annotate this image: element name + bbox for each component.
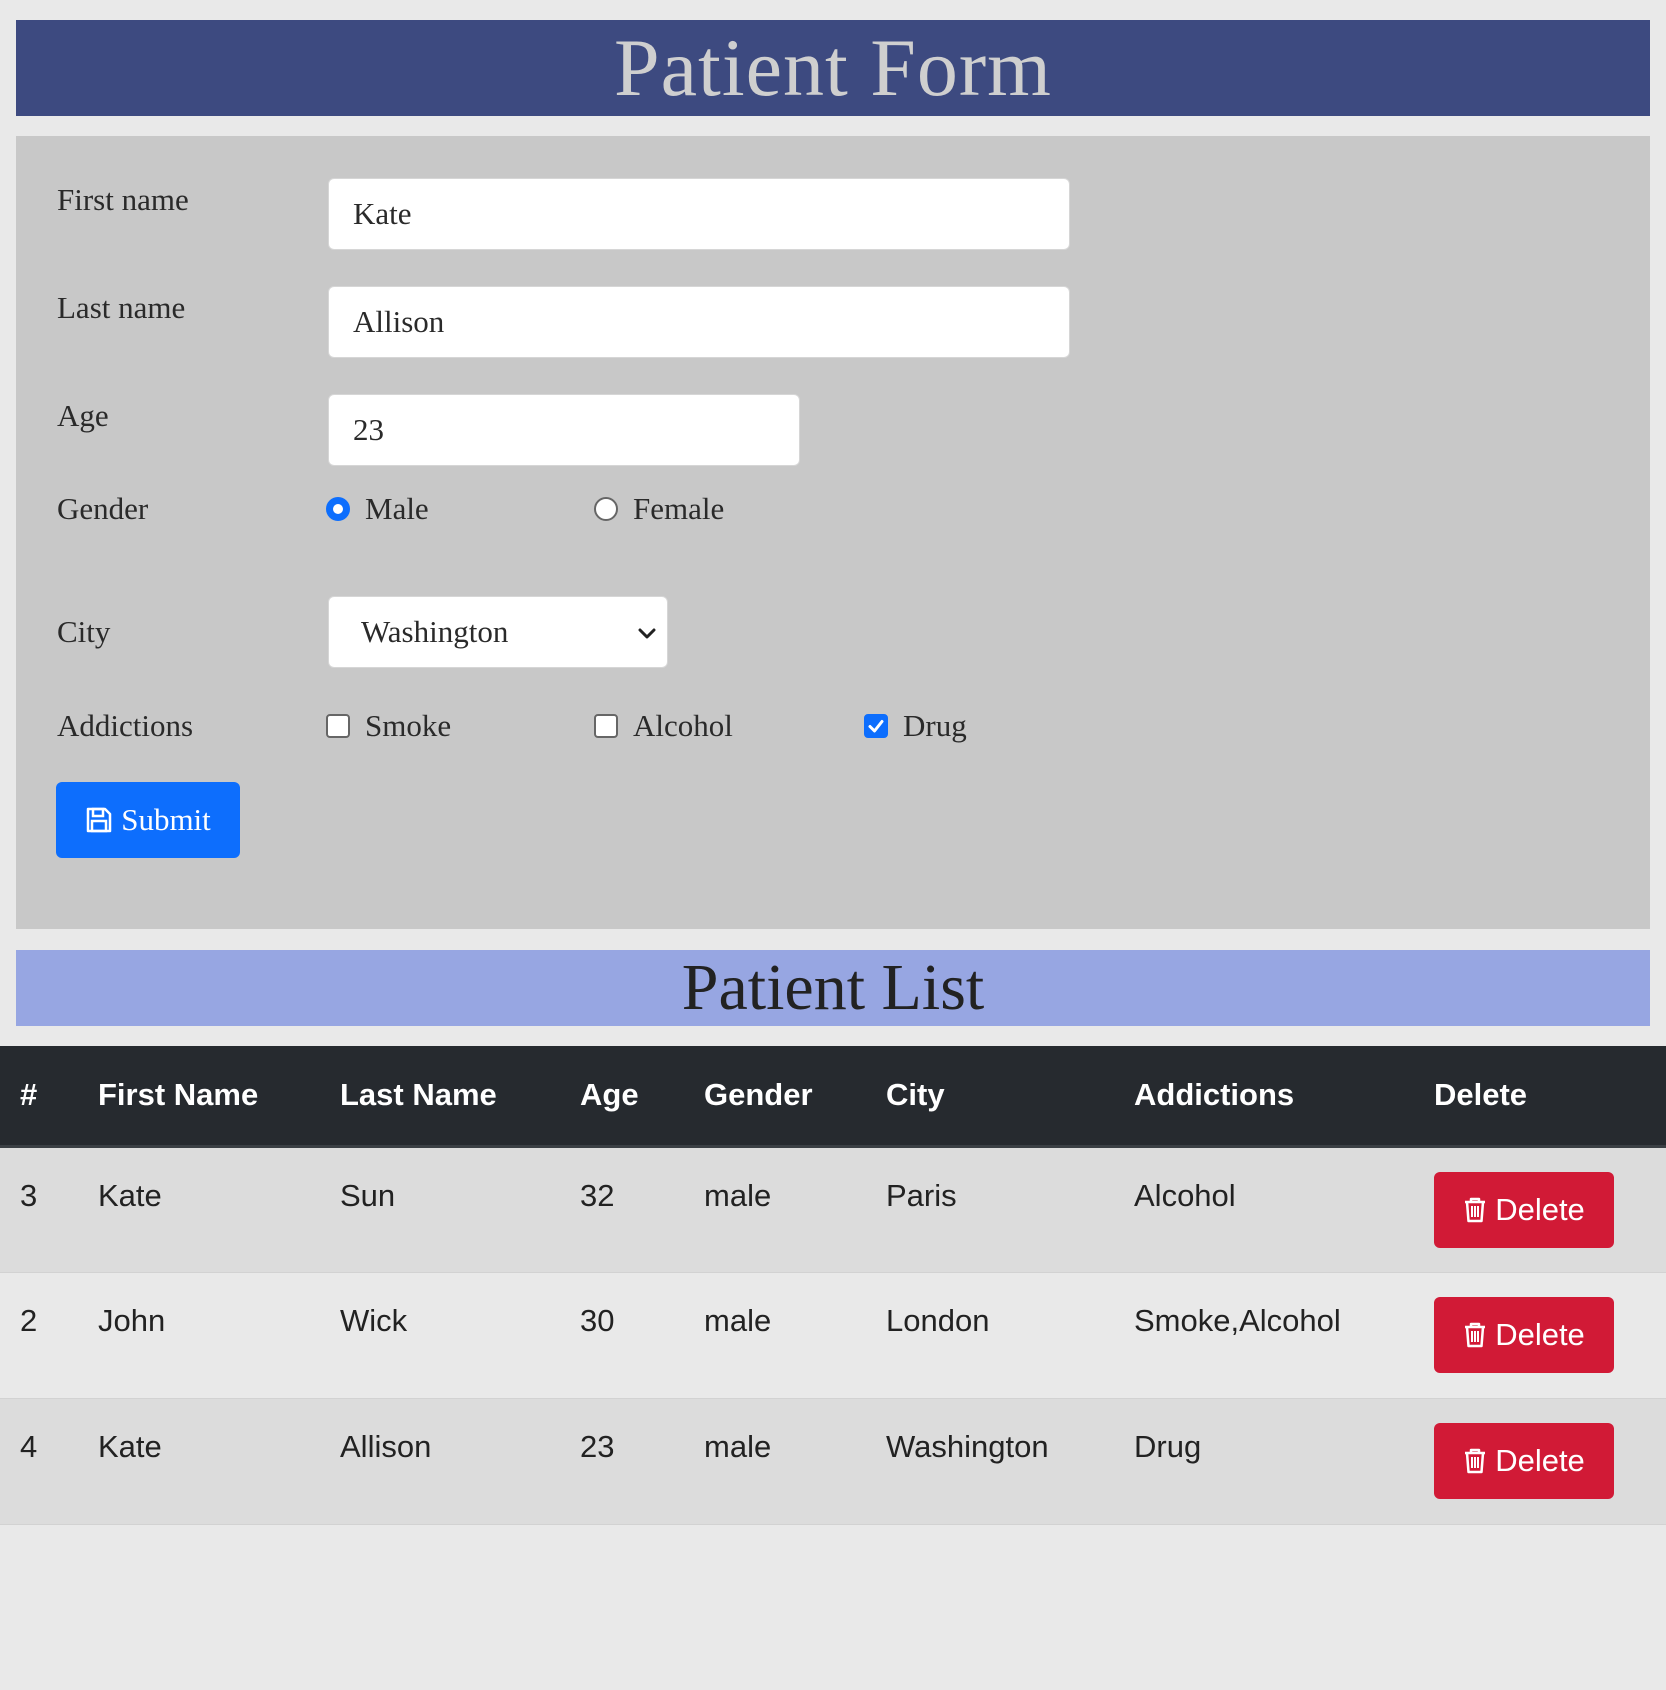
- cell-delete: Delete: [1434, 1146, 1666, 1273]
- table-row: 2 John Wick 30 male London Smoke,Alcohol…: [0, 1272, 1666, 1399]
- cell-city: Paris: [886, 1146, 1134, 1273]
- submit-label: Submit: [121, 802, 211, 837]
- addiction-option-label: Drug: [903, 708, 967, 743]
- cell-addictions: Drug: [1134, 1398, 1434, 1525]
- column-header-id: #: [0, 1046, 98, 1148]
- cell-addictions: Smoke,Alcohol: [1134, 1272, 1434, 1399]
- table-header-row: # First Name Last Name Age Gender City A…: [0, 1046, 1666, 1148]
- column-header-city: City: [886, 1046, 1134, 1148]
- table-row: 4 Kate Allison 23 male Washington Drug D…: [0, 1398, 1666, 1525]
- cell-gender: male: [704, 1398, 886, 1525]
- floppy-disk-icon: [86, 807, 112, 833]
- cell-city: London: [886, 1272, 1134, 1399]
- cell-age: 30: [580, 1272, 704, 1399]
- gender-label: Gender: [57, 491, 149, 526]
- first-name-input[interactable]: [328, 178, 1070, 250]
- cell-first-name: John: [98, 1272, 340, 1399]
- checkbox-unchecked-icon: [594, 714, 618, 738]
- city-label: City: [57, 614, 111, 649]
- delete-button[interactable]: Delete: [1434, 1171, 1614, 1248]
- last-name-input[interactable]: [328, 286, 1070, 358]
- addictions-label: Addictions: [57, 708, 194, 743]
- trash-icon: [1465, 1448, 1486, 1473]
- submit-button[interactable]: Submit: [56, 782, 240, 858]
- form-title: Patient Form: [16, 20, 1650, 116]
- first-name-label: First name: [57, 182, 189, 217]
- cell-last-name: Allison: [340, 1398, 580, 1525]
- column-header-age: Age: [580, 1046, 704, 1148]
- cell-delete: Delete: [1434, 1398, 1666, 1525]
- delete-label: Delete: [1495, 1191, 1585, 1227]
- cell-city: Washington: [886, 1398, 1134, 1525]
- cell-id: 3: [0, 1146, 98, 1273]
- addiction-smoke-checkbox[interactable]: Smoke: [326, 708, 451, 744]
- gender-option-label: Female: [633, 491, 725, 526]
- checkbox-unchecked-icon: [326, 714, 350, 738]
- table-row: 3 Kate Sun 32 male Paris Alcohol Delete: [0, 1146, 1666, 1273]
- column-header-gender: Gender: [704, 1046, 886, 1148]
- column-header-delete: Delete: [1434, 1046, 1666, 1148]
- age-input[interactable]: [328, 394, 800, 466]
- cell-id: 4: [0, 1398, 98, 1525]
- addiction-drug-checkbox[interactable]: Drug: [864, 708, 967, 744]
- column-header-first-name: First Name: [98, 1046, 340, 1148]
- delete-button[interactable]: Delete: [1434, 1296, 1614, 1373]
- trash-icon: [1465, 1197, 1486, 1222]
- last-name-label: Last name: [57, 290, 186, 325]
- addiction-alcohol-checkbox[interactable]: Alcohol: [594, 708, 733, 744]
- cell-age: 23: [580, 1398, 704, 1525]
- cell-id: 2: [0, 1272, 98, 1399]
- cell-last-name: Sun: [340, 1146, 580, 1273]
- cell-age: 32: [580, 1146, 704, 1273]
- age-label: Age: [57, 398, 109, 433]
- cell-addictions: Alcohol: [1134, 1146, 1434, 1273]
- cell-first-name: Kate: [98, 1146, 340, 1273]
- city-selected-value: Washington: [361, 614, 509, 649]
- column-header-last-name: Last Name: [340, 1046, 580, 1148]
- cell-delete: Delete: [1434, 1272, 1666, 1399]
- radio-selected-icon: [326, 497, 350, 521]
- list-title: Patient List: [16, 950, 1650, 1026]
- gender-option-label: Male: [365, 491, 429, 526]
- delete-button[interactable]: Delete: [1434, 1422, 1614, 1499]
- radio-unselected-icon: [594, 497, 618, 521]
- patient-table: # First Name Last Name Age Gender City A…: [0, 1046, 1666, 1525]
- patient-form: First name Last name Age Gender Male Fem…: [16, 136, 1650, 929]
- delete-label: Delete: [1495, 1442, 1585, 1478]
- column-header-addictions: Addictions: [1134, 1046, 1434, 1148]
- city-select[interactable]: Washington: [328, 596, 668, 668]
- checkbox-checked-icon: [864, 714, 888, 738]
- gender-female-radio[interactable]: Female: [594, 491, 724, 527]
- cell-gender: male: [704, 1272, 886, 1399]
- delete-label: Delete: [1495, 1316, 1585, 1352]
- cell-gender: male: [704, 1146, 886, 1273]
- gender-male-radio[interactable]: Male: [326, 491, 429, 527]
- trash-icon: [1465, 1322, 1486, 1347]
- cell-last-name: Wick: [340, 1272, 580, 1399]
- chevron-down-icon: [638, 628, 656, 639]
- addiction-option-label: Alcohol: [633, 708, 733, 743]
- addiction-option-label: Smoke: [365, 708, 452, 743]
- cell-first-name: Kate: [98, 1398, 340, 1525]
